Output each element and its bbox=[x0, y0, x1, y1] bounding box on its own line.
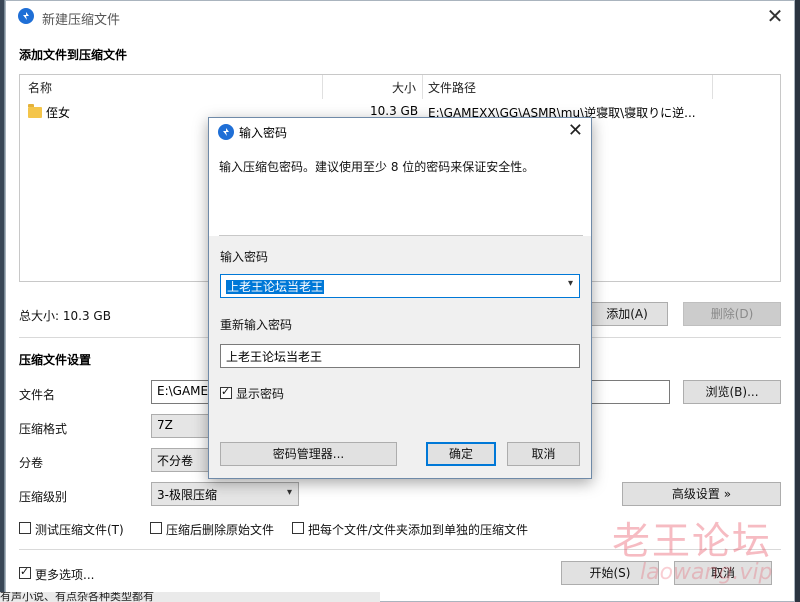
delete-button[interactable]: 删除(D) bbox=[683, 302, 781, 326]
background-desktop-right bbox=[795, 0, 800, 602]
total-size: 总大小: 10.3 GB bbox=[19, 309, 111, 323]
password-value: 上老王论坛当老王 bbox=[226, 280, 325, 294]
column-name[interactable]: 名称 bbox=[28, 79, 52, 96]
format-value: 7Z bbox=[157, 418, 173, 432]
password-manager-button[interactable]: 密码管理器... bbox=[220, 442, 397, 466]
show-password-label[interactable]: 显示密码 bbox=[236, 385, 284, 402]
delete-after-label[interactable]: 压缩后删除原始文件 bbox=[166, 521, 274, 538]
level-select[interactable]: 3-极限压缩 ▾ bbox=[151, 482, 299, 506]
password-label: 输入密码 bbox=[220, 250, 269, 264]
test-archive-label[interactable]: 测试压缩文件(T) bbox=[35, 521, 124, 538]
watermark-url: laowang.vip bbox=[640, 560, 773, 585]
password-dialog: 输入密码 ✕ 输入压缩包密码。建议使用至少 8 位的密码来保证安全性。 输入密码… bbox=[208, 117, 592, 479]
window-close-icon[interactable]: ✕ bbox=[764, 5, 786, 27]
more-options-checkbox[interactable] bbox=[19, 565, 31, 579]
split-select[interactable]: 不分卷 bbox=[151, 448, 211, 472]
dialog-title: 输入密码 bbox=[239, 126, 288, 140]
browse-button[interactable]: 浏览(B)... bbox=[683, 380, 781, 404]
split-value: 不分卷 bbox=[157, 454, 194, 468]
chevron-down-icon: ▾ bbox=[286, 487, 292, 498]
format-select[interactable]: 7Z bbox=[151, 414, 211, 438]
split-label: 分卷 bbox=[19, 456, 44, 470]
password-input[interactable]: 上老王论坛当老王 ▾ bbox=[220, 274, 580, 298]
app-logo-icon bbox=[18, 8, 34, 24]
column-path[interactable]: 文件路径 bbox=[428, 79, 476, 96]
add-files-heading: 添加文件到压缩文件 bbox=[19, 48, 128, 62]
delete-after-checkbox[interactable] bbox=[150, 522, 162, 534]
advanced-settings-button[interactable]: 高级设置 » bbox=[622, 482, 781, 506]
reenter-password-label: 重新输入密码 bbox=[220, 318, 293, 332]
app-logo-icon bbox=[218, 124, 234, 140]
each-file-checkbox[interactable] bbox=[292, 522, 304, 534]
level-label: 压缩级别 bbox=[19, 490, 68, 504]
column-size[interactable]: 大小 bbox=[392, 79, 416, 96]
dialog-cancel-button[interactable]: 取消 bbox=[507, 442, 580, 466]
ok-button[interactable]: 确定 bbox=[426, 442, 496, 466]
window-titlebar: 新建压缩文件 ✕ bbox=[6, 1, 794, 33]
test-archive-checkbox[interactable] bbox=[19, 522, 31, 534]
background-desktop-left bbox=[0, 0, 4, 602]
file-size: 10.3 GB bbox=[370, 104, 419, 118]
dialog-description: 输入压缩包密码。建议使用至少 8 位的密码来保证安全性。 bbox=[219, 160, 535, 174]
file-name: 侄女 bbox=[46, 106, 71, 120]
dialog-titlebar: 输入密码 ✕ bbox=[209, 118, 591, 146]
level-value: 3-极限压缩 bbox=[157, 488, 217, 502]
filename-label: 文件名 bbox=[19, 388, 56, 402]
chevron-down-icon[interactable]: ▾ bbox=[568, 278, 573, 289]
close-icon[interactable]: ✕ bbox=[568, 120, 583, 141]
show-password-checkbox[interactable] bbox=[220, 385, 232, 399]
each-file-label[interactable]: 把每个文件/文件夹添加到单独的压缩文件 bbox=[308, 521, 528, 538]
divider bbox=[219, 235, 583, 236]
format-label: 压缩格式 bbox=[19, 422, 68, 436]
watermark-logo: 老王论坛 bbox=[612, 519, 773, 563]
window-title: 新建压缩文件 bbox=[42, 13, 121, 28]
background-text: 有声小说、有点杂各种类型都有 bbox=[0, 592, 380, 602]
settings-heading: 压缩文件设置 bbox=[19, 353, 92, 367]
more-options-label[interactable]: 更多选项... bbox=[35, 566, 94, 583]
add-button[interactable]: 添加(A) bbox=[586, 302, 668, 326]
folder-icon bbox=[28, 104, 42, 118]
file-list-header: 名称 大小 文件路径 bbox=[20, 75, 780, 99]
reenter-password-input[interactable]: 上老王论坛当老王 bbox=[220, 344, 580, 368]
